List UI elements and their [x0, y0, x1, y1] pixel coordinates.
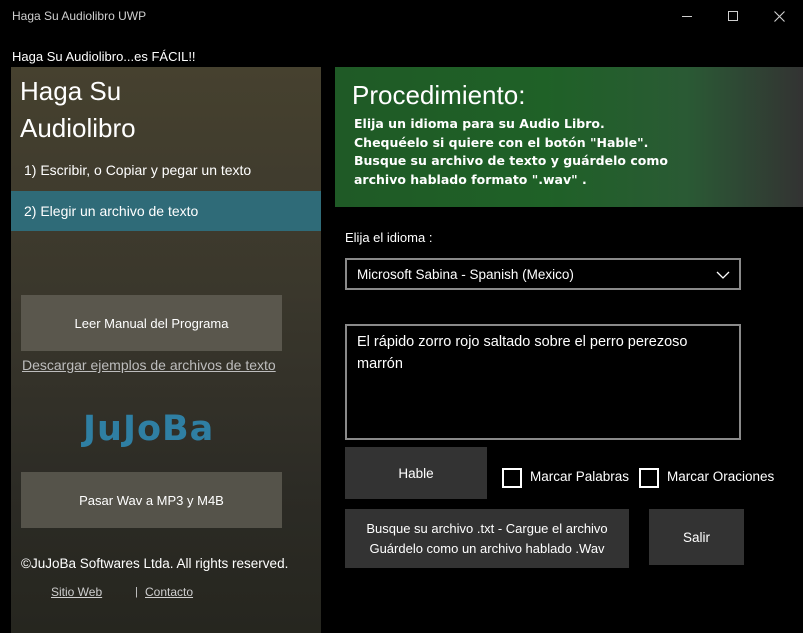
jujoba-logo: JuJoBa	[83, 409, 215, 449]
sidebar-title-line1: Haga Su	[20, 76, 122, 106]
convert-file-button[interactable]: Busque su archivo .txt - Cargue el archi…	[345, 509, 629, 568]
title-bar: Haga Su Audiolibro UWP	[0, 0, 803, 32]
close-icon[interactable]	[756, 0, 802, 32]
nav-item-write-text[interactable]: 1) Escribir, o Copiar y pegar un texto	[11, 150, 321, 190]
language-label: Elija el idioma :	[345, 230, 433, 245]
website-link[interactable]: Sitio Web	[51, 585, 102, 599]
text-input[interactable]: El rápido zorro rojo saltado sobre el pe…	[345, 324, 741, 440]
procedure-line: Elija un idioma para su Audio Libro.	[354, 116, 605, 131]
contact-link[interactable]: Contacto	[145, 585, 193, 599]
download-examples-link[interactable]: Descargar ejemplos de archivos de texto	[22, 357, 276, 373]
sidebar: Haga Su Audiolibro 1) Escribir, o Copiar…	[11, 67, 321, 633]
procedure-panel: Procedimiento: Elija un idioma para su A…	[335, 67, 803, 207]
procedure-line: Chequéelo si quiere con el botón "Hable"…	[354, 135, 649, 150]
minimize-icon[interactable]	[664, 0, 710, 32]
speak-button[interactable]: Hable	[345, 447, 487, 499]
footer-separator: |	[135, 586, 138, 598]
wav-to-mp3-button[interactable]: Pasar Wav a MP3 y M4B	[21, 472, 282, 528]
procedure-title: Procedimiento:	[352, 80, 526, 110]
nav-item-label: 2) Elegir un archivo de texto	[24, 203, 199, 219]
sidebar-title: Haga Su Audiolibro	[20, 73, 136, 147]
app-subtitle: Haga Su Audiolibro...es FÁCIL!!	[12, 49, 196, 64]
procedure-line: Busque su archivo de texto y guárdelo co…	[354, 153, 668, 168]
nav-item-label: 1) Escribir, o Copiar y pegar un texto	[24, 162, 252, 178]
mark-sentences-label: Marcar Oraciones	[667, 469, 775, 484]
exit-button[interactable]: Salir	[649, 509, 744, 565]
maximize-icon[interactable]	[710, 0, 756, 32]
mark-sentences-checkbox[interactable]	[639, 468, 659, 488]
procedure-line: archivo hablado formato ".wav" .	[354, 172, 587, 187]
copyright-text: ©JuJoBa Softwares Ltda. All rights reser…	[21, 556, 289, 571]
convert-button-line2: Guárdelo como un archivo hablado .Wav	[369, 540, 605, 556]
sidebar-title-line2: Audiolibro	[20, 113, 136, 143]
language-select[interactable]: Microsoft Sabina - Spanish (Mexico)	[345, 258, 741, 290]
nav-item-choose-file[interactable]: 2) Elegir un archivo de texto	[11, 191, 321, 231]
chevron-down-icon	[716, 271, 730, 279]
window-title: Haga Su Audiolibro UWP	[12, 9, 147, 23]
convert-button-line1: Busque su archivo .txt - Cargue el archi…	[366, 520, 608, 536]
language-selected-value: Microsoft Sabina - Spanish (Mexico)	[357, 266, 574, 282]
mark-words-label: Marcar Palabras	[530, 469, 630, 484]
read-manual-button[interactable]: Leer Manual del Programa	[21, 295, 282, 351]
mark-words-checkbox[interactable]	[502, 468, 522, 488]
